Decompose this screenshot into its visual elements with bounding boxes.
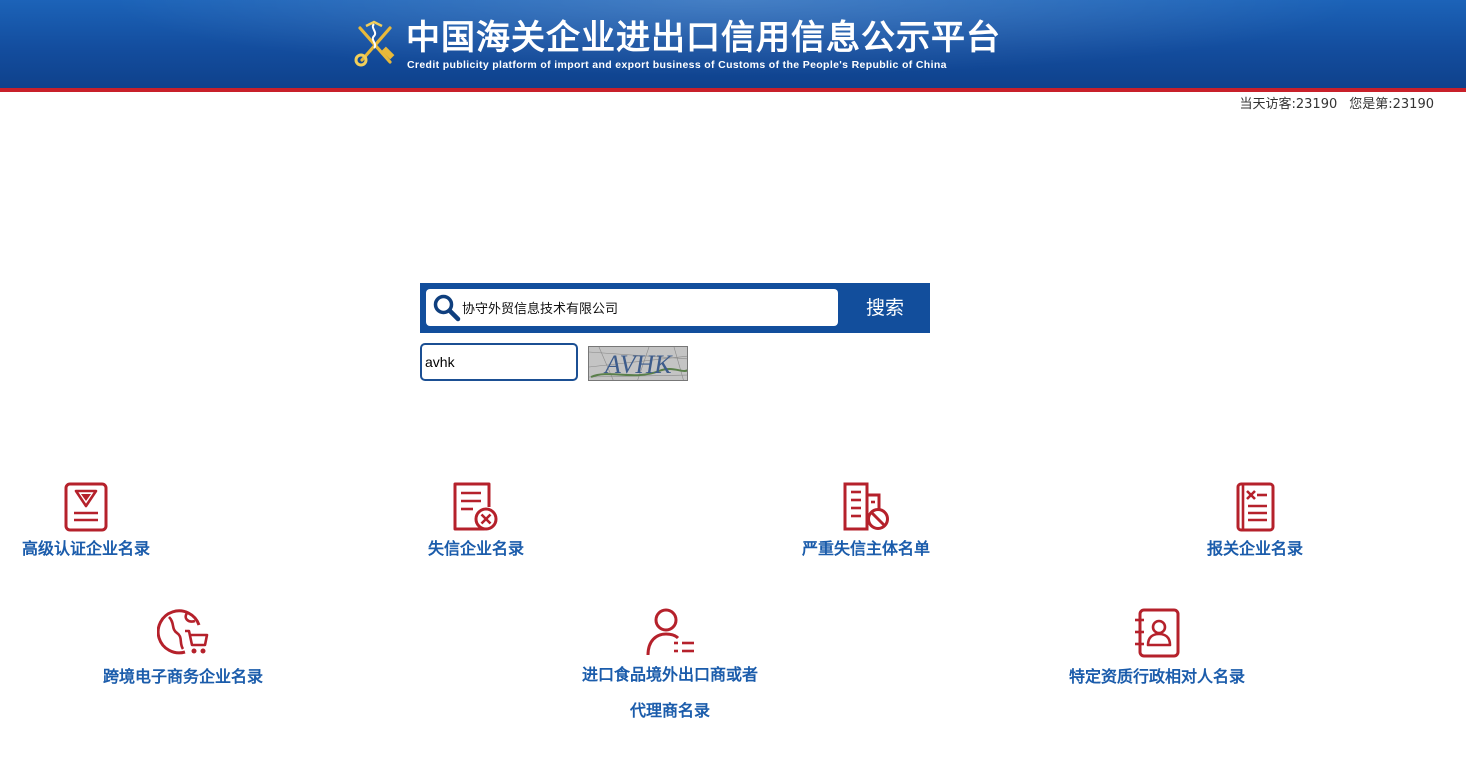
captcha-image[interactable]: AVHK xyxy=(588,346,688,381)
category-advanced-certified[interactable]: 高级认证企业名录 xyxy=(6,481,166,559)
category-label: 特定资质行政相对人名录 xyxy=(1068,667,1245,686)
header-red-line xyxy=(0,88,1466,92)
your-rank-value: 23190 xyxy=(1392,97,1434,112)
search-icon xyxy=(433,294,461,322)
your-rank-label: 您是第: xyxy=(1349,97,1393,112)
document-x-icon xyxy=(453,482,498,531)
search-input[interactable] xyxy=(462,292,832,322)
person-list-icon xyxy=(646,608,694,656)
today-visitors-label: 当天访客: xyxy=(1239,97,1296,112)
header-banner: 中国海关企业进出口信用信息公示平台 Credit publicity platf… xyxy=(0,0,1466,89)
category-label: 高级认证企业名录 xyxy=(21,539,150,558)
search-button[interactable]: 搜索 xyxy=(840,283,930,333)
search-bar: 搜索 xyxy=(420,283,930,333)
category-label-line1: 进口食品境外出口商或者 xyxy=(581,665,758,684)
category-customs-declaration[interactable]: 报关企业名录 xyxy=(1175,481,1335,559)
category-label: 跨境电子商务企业名录 xyxy=(102,667,263,686)
category-label: 失信企业名录 xyxy=(427,539,524,558)
site-subtitle: Credit publicity platform of import and … xyxy=(407,59,947,71)
category-serious-dishonest[interactable]: 严重失信主体名单 xyxy=(786,481,946,559)
certificate-icon xyxy=(64,482,108,532)
customs-emblem-icon xyxy=(354,20,395,67)
category-specific-qualification[interactable]: 特定资质行政相对人名录 xyxy=(1047,607,1267,687)
search-box xyxy=(426,289,838,326)
captcha-text: AVHK xyxy=(603,350,673,379)
site-title: 中国海关企业进出口信用信息公示平台 xyxy=(406,18,1001,58)
category-cross-border-ecommerce[interactable]: 跨境电子商务企业名录 xyxy=(83,607,283,687)
contact-book-icon xyxy=(1135,608,1180,658)
category-dishonest-enterprises[interactable]: 失信企业名录 xyxy=(396,481,556,559)
globe-cart-icon xyxy=(157,609,209,655)
category-label: 报关企业名录 xyxy=(1206,539,1303,558)
building-ban-icon xyxy=(843,482,889,531)
category-food-exporters-agents[interactable]: 进口食品境外出口商或者 代理商名录 xyxy=(560,607,780,729)
captcha-graphic: AVHK xyxy=(589,347,687,380)
category-label: 进口食品境外出口商或者 代理商名录 xyxy=(560,657,780,729)
captcha-input[interactable] xyxy=(420,343,578,381)
category-label-line2: 代理商名录 xyxy=(629,701,710,720)
visitor-counters: 当天访客:23190 您是第:23190 xyxy=(1240,96,1435,114)
today-visitors-value: 23190 xyxy=(1295,97,1338,112)
category-label: 严重失信主体名单 xyxy=(801,539,930,558)
notebook-tools-icon xyxy=(1236,482,1275,532)
